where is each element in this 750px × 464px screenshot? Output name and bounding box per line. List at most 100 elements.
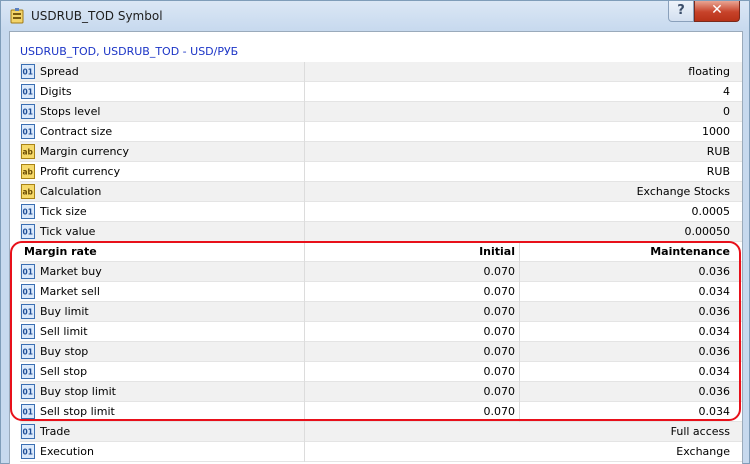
property-value: floating bbox=[688, 65, 730, 78]
property-name-cell: ab Calculation bbox=[20, 182, 305, 202]
help-button[interactable]: ? bbox=[668, 1, 694, 22]
svg-text:01: 01 bbox=[23, 428, 33, 437]
margin-order-type: Buy limit bbox=[40, 305, 89, 318]
property-name: Trade bbox=[40, 425, 71, 438]
maintenance-margin-value: 0.036 bbox=[698, 385, 731, 398]
maintenance-margin-value: 0.034 bbox=[698, 365, 731, 378]
property-name: Profit currency bbox=[40, 165, 121, 178]
property-row[interactable]: 01 Tick value 0.00050 bbox=[20, 222, 742, 242]
margin-order-type-cell: 01 Market buy bbox=[20, 262, 305, 282]
title-bar[interactable]: USDRUB_TOD Symbol ? ✕ bbox=[1, 1, 749, 31]
maintenance-margin-value: 0.034 bbox=[698, 325, 731, 338]
numeric-field-icon: 01 bbox=[21, 344, 35, 359]
property-row[interactable]: ab Profit currency RUB bbox=[20, 162, 742, 182]
property-row[interactable]: 01 Execution Exchange bbox=[20, 442, 742, 462]
numeric-field-icon: 01 bbox=[21, 284, 35, 299]
margin-rate-row[interactable]: 01 Buy limit 0.070 0.036 bbox=[20, 302, 742, 322]
symbol-app-icon bbox=[10, 8, 24, 24]
numeric-field-icon: 01 bbox=[21, 384, 35, 399]
numeric-field-icon: 01 bbox=[21, 304, 35, 319]
svg-text:01: 01 bbox=[23, 408, 33, 417]
margin-rate-row[interactable]: 01 Market buy 0.070 0.036 bbox=[20, 262, 742, 282]
svg-text:01: 01 bbox=[23, 348, 33, 357]
property-row[interactable]: 01 Spread floating bbox=[20, 62, 742, 82]
property-name-cell: 01 Contract size bbox=[20, 122, 305, 142]
margin-order-type: Sell stop limit bbox=[40, 405, 115, 418]
numeric-field-icon: 01 bbox=[21, 324, 35, 339]
svg-text:ab: ab bbox=[23, 168, 34, 177]
property-name-cell: ab Profit currency bbox=[20, 162, 305, 182]
margin-order-type-cell: 01 Market sell bbox=[20, 282, 305, 302]
margin-order-type: Sell stop bbox=[40, 365, 88, 378]
margin-rate-row[interactable]: 01 Sell stop limit 0.070 0.034 bbox=[20, 402, 742, 422]
maintenance-margin-value: 0.036 bbox=[698, 265, 731, 278]
svg-text:01: 01 bbox=[23, 108, 33, 117]
margin-order-type: Buy stop bbox=[40, 345, 89, 358]
numeric-field-icon: 01 bbox=[21, 64, 35, 79]
text-field-icon: ab bbox=[21, 144, 35, 159]
property-value: RUB bbox=[706, 145, 730, 158]
margin-order-type-cell: 01 Sell stop limit bbox=[20, 402, 305, 422]
numeric-field-icon: 01 bbox=[21, 224, 35, 239]
svg-text:01: 01 bbox=[23, 268, 33, 277]
property-name-cell: 01 Digits bbox=[20, 82, 305, 102]
numeric-field-icon: 01 bbox=[21, 264, 35, 279]
property-row[interactable]: 01 Trade Full access bbox=[20, 422, 742, 442]
svg-text:01: 01 bbox=[23, 128, 33, 137]
property-name: Contract size bbox=[40, 125, 113, 138]
property-row[interactable]: ab Margin currency RUB bbox=[20, 142, 742, 162]
margin-rate-row[interactable]: 01 Buy stop limit 0.070 0.036 bbox=[20, 382, 742, 402]
property-value: 0 bbox=[723, 105, 730, 118]
maintenance-column-header: Maintenance bbox=[650, 245, 730, 258]
margin-order-type-cell: 01 Buy stop limit bbox=[20, 382, 305, 402]
property-value: 4 bbox=[723, 85, 730, 98]
property-name: Digits bbox=[40, 85, 72, 98]
numeric-field-icon: 01 bbox=[21, 364, 35, 379]
property-name-cell: 01 Tick size bbox=[20, 202, 305, 222]
initial-margin-value: 0.070 bbox=[305, 342, 520, 362]
margin-order-type: Buy stop limit bbox=[40, 385, 116, 398]
property-name: Tick size bbox=[40, 205, 87, 218]
svg-text:01: 01 bbox=[23, 388, 33, 397]
window-title: USDRUB_TOD Symbol bbox=[31, 9, 163, 23]
property-name: Calculation bbox=[40, 185, 102, 198]
text-field-icon: ab bbox=[21, 164, 35, 179]
property-row[interactable]: 01 Tick size 0.0005 bbox=[20, 202, 742, 222]
maintenance-margin-value: 0.036 bbox=[698, 345, 731, 358]
svg-text:ab: ab bbox=[23, 188, 34, 197]
initial-column-header: Initial bbox=[305, 242, 520, 262]
property-row[interactable]: 01 Digits 4 bbox=[20, 82, 742, 102]
property-value: 0.00050 bbox=[684, 225, 731, 238]
svg-text:ab: ab bbox=[23, 148, 34, 157]
margin-rate-row[interactable]: 01 Buy stop 0.070 0.036 bbox=[20, 342, 742, 362]
svg-text:01: 01 bbox=[23, 308, 33, 317]
symbol-header-link[interactable]: USDRUB_TOD, USDRUB_TOD - USD/РУБ bbox=[20, 45, 238, 58]
margin-rate-row[interactable]: 01 Sell limit 0.070 0.034 bbox=[20, 322, 742, 342]
property-name-cell: 01 Execution bbox=[20, 442, 305, 462]
initial-margin-value: 0.070 bbox=[305, 282, 520, 302]
property-row[interactable]: 01 Contract size 1000 bbox=[20, 122, 742, 142]
svg-text:01: 01 bbox=[23, 288, 33, 297]
svg-text:01: 01 bbox=[23, 88, 33, 97]
margin-rate-row[interactable]: 01 Market sell 0.070 0.034 bbox=[20, 282, 742, 302]
property-name-cell: ab Margin currency bbox=[20, 142, 305, 162]
initial-margin-value: 0.070 bbox=[305, 362, 520, 382]
margin-order-type-cell: 01 Buy limit bbox=[20, 302, 305, 322]
property-row[interactable]: 01 Stops level 0 bbox=[20, 102, 742, 122]
initial-margin-value: 0.070 bbox=[305, 322, 520, 342]
properties-grid: 01 Spread floating 01 Digits 4 01 Stops level 0 0… bbox=[20, 62, 742, 462]
property-value: 0.0005 bbox=[691, 205, 731, 218]
initial-margin-value: 0.070 bbox=[305, 302, 520, 322]
property-value: Exchange Stocks bbox=[636, 185, 730, 198]
margin-order-type-cell: 01 Sell stop bbox=[20, 362, 305, 382]
property-row[interactable]: ab Calculation Exchange Stocks bbox=[20, 182, 742, 202]
close-button[interactable]: ✕ bbox=[694, 1, 740, 22]
numeric-field-icon: 01 bbox=[21, 84, 35, 99]
margin-rate-row[interactable]: 01 Sell stop 0.070 0.034 bbox=[20, 362, 742, 382]
property-name: Tick value bbox=[40, 225, 96, 238]
property-name-cell: 01 Stops level bbox=[20, 102, 305, 122]
svg-text:01: 01 bbox=[23, 228, 33, 237]
initial-margin-value: 0.070 bbox=[305, 382, 520, 402]
symbol-window: USDRUB_TOD Symbol ? ✕ USDRUB_TOD, USDRUB… bbox=[0, 0, 750, 464]
property-value: Exchange bbox=[676, 445, 730, 458]
